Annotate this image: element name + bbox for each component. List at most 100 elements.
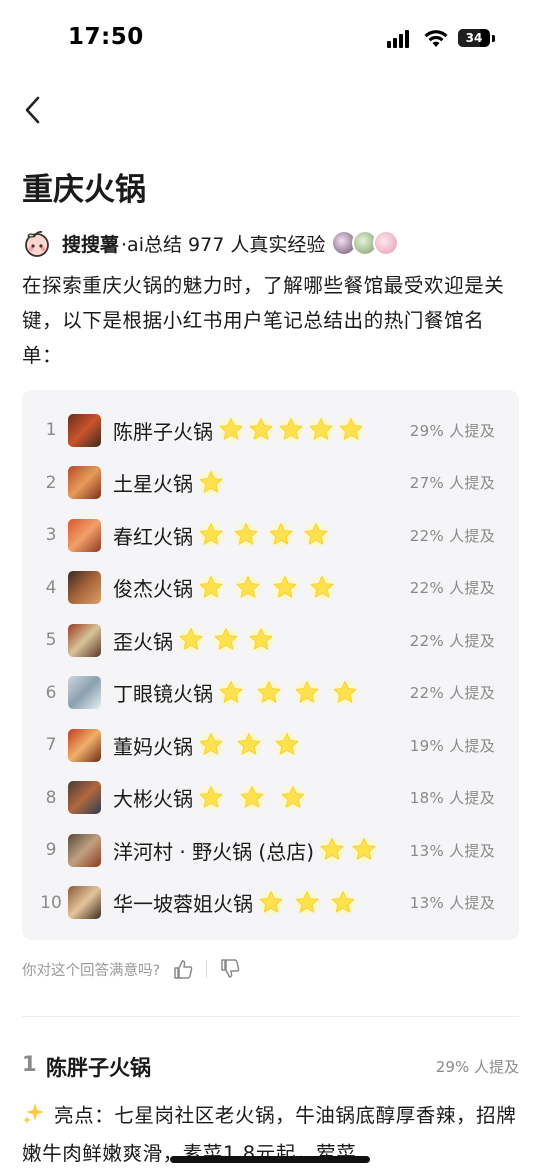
thumbs-down-icon[interactable] <box>219 958 241 980</box>
ranking-row[interactable]: 8 大彬火锅 18% 人提及 <box>22 772 519 824</box>
restaurant-name: 董妈火锅 <box>113 734 193 759</box>
mention-percent: 22% 人提及 <box>409 579 495 597</box>
star-icon <box>179 628 203 652</box>
restaurant-name: 土星火锅 <box>113 472 193 496</box>
mention-percent: 13% 人提及 <box>409 841 495 860</box>
source-row: 搜搜薯 ·ai总结 977 人真实经验 <box>22 228 400 258</box>
home-indicator <box>170 1156 370 1163</box>
ranking-row[interactable]: 9 洋河村 · 野火锅 (总店) 13% 人提及 <box>22 824 519 876</box>
star-rating <box>197 562 336 614</box>
restaurant-name: 歪火锅 <box>113 629 173 654</box>
star-icon <box>236 575 260 600</box>
rank-number: 3 <box>45 525 57 545</box>
star-rating <box>197 509 330 561</box>
restaurant-thumbnail <box>68 728 101 762</box>
feedback-divider <box>206 960 208 978</box>
star-icon <box>331 890 355 915</box>
restaurant-thumbnail <box>68 833 101 867</box>
mention-percent: 13% 人提及 <box>409 894 495 912</box>
restaurant-name: 大彬火锅 <box>113 787 193 811</box>
detail-restaurant-name: 陈胖子火锅 <box>46 1056 151 1080</box>
mention-percent: 29% 人提及 <box>409 421 495 440</box>
star-rating <box>197 457 225 509</box>
star-rating <box>217 404 365 456</box>
star-rating <box>257 877 357 929</box>
screen: 17:50 34 重庆火锅 搜搜薯 ·ai总结 977 人真实经验 在探索重庆火… <box>0 0 540 1171</box>
star-icon <box>352 838 377 862</box>
ranking-row[interactable]: 2 土星火锅 27% 人提及 <box>22 457 519 509</box>
status-bar: 17:50 34 <box>0 0 540 78</box>
intro-text: 在探索重庆火锅的魅力时，了解哪些餐馆最受欢迎是关键，以下是根据小红书用户笔记总结… <box>22 274 505 367</box>
restaurant-name: 洋河村 · 野火锅 (总店) <box>113 839 315 864</box>
thumbs-up-icon[interactable] <box>172 958 194 980</box>
mention-percent: 27% 人提及 <box>409 474 495 492</box>
star-icon <box>279 418 303 442</box>
star-icon <box>275 733 299 757</box>
rank-number: 7 <box>45 735 57 755</box>
ranking-row[interactable]: 6 丁眼镜火锅 22% 人提及 <box>22 667 519 719</box>
source-name[interactable]: 搜搜薯 <box>62 230 119 257</box>
mention-percent: 22% 人提及 <box>409 526 495 545</box>
star-icon <box>199 523 223 547</box>
rank-number: 9 <box>45 840 57 860</box>
contributor-avatars <box>331 230 400 256</box>
restaurant-name: 春红火锅 <box>113 524 193 549</box>
restaurant-thumbnail <box>68 466 101 499</box>
status-time: 17:50 <box>68 24 144 50</box>
rank-number: 8 <box>45 787 57 808</box>
ranking-row[interactable]: 3 春红火锅 22% 人提及 <box>22 509 519 561</box>
star-icon <box>339 418 363 442</box>
ranking-row[interactable]: 5 歪火锅 22% 人提及 <box>22 614 519 666</box>
star-rating <box>197 772 307 824</box>
avatar <box>373 230 400 256</box>
rank-number: 1 <box>45 420 57 440</box>
restaurant-thumbnail <box>68 886 101 919</box>
star-icon <box>199 733 223 757</box>
restaurant-thumbnail <box>68 518 101 552</box>
restaurant-name: 华一坡蓉姐火锅 <box>113 892 253 916</box>
battery-level: 34 <box>465 31 483 45</box>
star-icon <box>309 418 333 442</box>
restaurant-thumbnail <box>68 571 101 604</box>
detail-rank-number: 1 <box>22 1052 37 1076</box>
ranking-row[interactable]: 10 华一坡蓉姐火锅 13% 人提及 <box>22 877 519 929</box>
battery-cap <box>492 35 495 42</box>
detail-mention-percent: 29% 人提及 <box>435 1058 519 1076</box>
ranking-row[interactable]: 1 陈胖子火锅 29% 人提及 <box>22 404 519 456</box>
battery-icon: 34 <box>458 29 490 47</box>
feedback-question: 你对这个回答满意吗? <box>22 962 161 979</box>
star-icon <box>199 470 223 495</box>
section-divider <box>22 1016 519 1017</box>
star-icon <box>199 575 223 600</box>
star-rating <box>197 719 301 771</box>
rank-number: 5 <box>45 630 57 650</box>
restaurant-name: 俊杰火锅 <box>113 577 193 601</box>
restaurant-thumbnail <box>68 623 101 657</box>
star-icon <box>249 628 273 652</box>
star-icon <box>237 733 261 757</box>
ranking-row[interactable]: 4 俊杰火锅 22% 人提及 <box>22 562 519 614</box>
restaurant-thumbnail <box>68 676 101 709</box>
star-icon <box>199 785 223 810</box>
ranking-row[interactable]: 7 董妈火锅 19% 人提及 <box>22 719 519 771</box>
mention-percent: 18% 人提及 <box>409 789 495 807</box>
rank-number: 2 <box>45 472 57 493</box>
peach-icon <box>25 230 49 257</box>
restaurant-name: 陈胖子火锅 <box>113 419 213 444</box>
star-icon <box>259 890 283 915</box>
star-rating <box>217 667 359 719</box>
rank-number: 6 <box>45 682 57 703</box>
source-summary: ·ai总结 977 人真实经验 <box>121 233 326 256</box>
star-rating <box>318 824 378 876</box>
star-icon <box>234 523 258 547</box>
back-button[interactable] <box>18 92 50 128</box>
restaurant-name: 丁眼镜火锅 <box>113 682 213 706</box>
star-icon <box>219 680 243 705</box>
star-icon <box>219 418 243 442</box>
feedback-bar: 你对这个回答满意吗? <box>22 956 241 982</box>
star-icon <box>269 523 293 547</box>
detail-header: 1 陈胖子火锅 29% 人提及 <box>22 1052 519 1084</box>
rank-number: 10 <box>40 892 62 913</box>
star-icon <box>333 680 357 705</box>
star-icon <box>295 680 319 705</box>
